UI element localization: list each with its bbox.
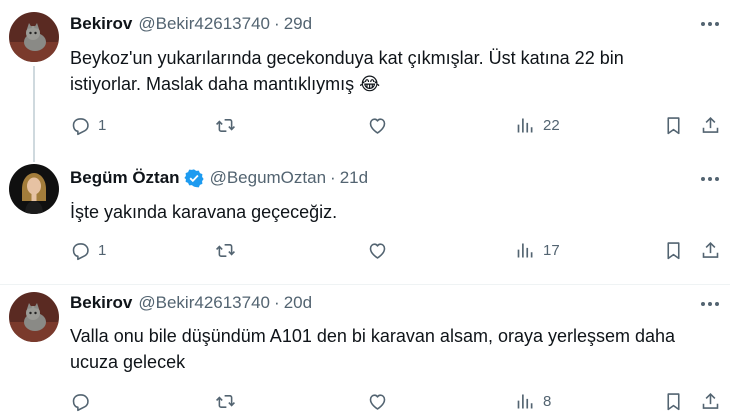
action-bar: 1 17 (70, 237, 720, 263)
tweet-text: Valla onu bile düşündüm A101 den bi kara… (70, 323, 690, 375)
reply-count: 1 (98, 241, 107, 259)
repost-button[interactable] (215, 388, 243, 414)
repost-button[interactable] (215, 237, 243, 263)
bookmark-icon (667, 116, 680, 134)
avatar[interactable] (9, 292, 59, 342)
share-icon (702, 241, 719, 258)
verified-icon[interactable] (183, 168, 204, 188)
tweet-3[interactable]: Bekirov @Bekir42613740 · 20d Valla onu b… (0, 285, 730, 420)
tweet-header: Bekirov @Bekir42613740 · 29d (70, 14, 312, 34)
tweet-2[interactable]: Begüm Öztan @BegumOztan · 21d İşte yakın… (0, 150, 730, 285)
display-name[interactable]: Begüm Öztan (70, 168, 180, 188)
like-button[interactable] (367, 388, 395, 414)
views-count: 8 (543, 392, 552, 410)
views-count: 22 (543, 116, 560, 134)
tweet-text: Beykoz'un yukarılarında gecekonduya kat … (70, 45, 690, 97)
share-button[interactable] (700, 237, 721, 263)
like-icon (369, 393, 386, 410)
separator-dot: · (274, 293, 280, 312)
timestamp[interactable]: 29d (284, 14, 312, 34)
like-icon (369, 117, 386, 134)
timestamp[interactable]: 20d (284, 293, 312, 313)
tweet-text-line: ucuza gelecek (70, 352, 186, 372)
tweet-text: İşte yakında karavana geçeceğiz. (70, 199, 690, 225)
reply-icon (72, 242, 89, 260)
share-button[interactable] (700, 388, 721, 414)
views-icon (517, 394, 533, 408)
repost-icon (216, 243, 235, 257)
username[interactable]: @Bekir42613740 (138, 14, 270, 34)
more-icon[interactable] (699, 294, 721, 314)
bookmark-icon (667, 392, 680, 410)
separator-dot: · (330, 168, 336, 187)
more-icon[interactable] (699, 169, 721, 189)
views-count: 17 (543, 241, 560, 259)
bookmark-button[interactable] (663, 112, 684, 138)
thread-connector (33, 66, 35, 162)
tweet-text-line: İşte yakında karavana geçeceğiz. (70, 202, 338, 222)
reply-button[interactable]: 1 (70, 237, 106, 263)
username[interactable]: @Bekir42613740 (138, 293, 270, 313)
views-button[interactable]: 17 (515, 237, 560, 263)
action-bar: 8 (70, 388, 720, 414)
tweet-header: Bekirov @Bekir42613740 · 20d (70, 293, 312, 313)
action-bar: 1 22 (70, 112, 720, 138)
tweet-text-line: Beykoz'un yukarılarında gecekonduya kat … (70, 48, 624, 68)
share-icon (702, 392, 719, 409)
like-button[interactable] (367, 237, 395, 263)
avatar[interactable] (9, 164, 59, 214)
share-button[interactable] (700, 112, 721, 138)
views-icon (517, 118, 533, 132)
like-button[interactable] (367, 112, 395, 138)
repost-icon (216, 394, 235, 408)
tweet-text-line: Valla onu bile düşündüm A101 den bi kara… (70, 326, 676, 346)
reply-count: 1 (98, 116, 107, 134)
bookmark-button[interactable] (663, 388, 684, 414)
username[interactable]: @BegumOztan (210, 168, 326, 188)
display-name[interactable]: Bekirov (70, 14, 132, 34)
tweet-header: Begüm Öztan @BegumOztan · 21d (70, 168, 368, 188)
timestamp[interactable]: 21d (340, 168, 368, 188)
more-icon[interactable] (699, 14, 721, 34)
tweet-1[interactable]: Bekirov @Bekir42613740 · 29d Beykoz'un y… (0, 0, 730, 162)
repost-icon (216, 118, 235, 132)
display-name[interactable]: Bekirov (70, 293, 132, 313)
views-icon (517, 243, 533, 257)
tweet-text-line: istiyorlar. Maslak daha mantıklıymış 😂 (70, 74, 381, 94)
like-icon (369, 242, 386, 259)
reply-icon (72, 117, 89, 135)
views-button[interactable]: 22 (515, 112, 560, 138)
bookmark-button[interactable] (663, 237, 684, 263)
repost-button[interactable] (215, 112, 243, 138)
reply-icon (72, 393, 89, 411)
share-icon (702, 116, 719, 133)
views-button[interactable]: 8 (515, 388, 551, 414)
bookmark-icon (667, 241, 680, 259)
reply-button[interactable] (70, 388, 98, 414)
avatar[interactable] (9, 12, 59, 62)
reply-button[interactable]: 1 (70, 112, 106, 138)
separator-dot: · (274, 14, 280, 33)
